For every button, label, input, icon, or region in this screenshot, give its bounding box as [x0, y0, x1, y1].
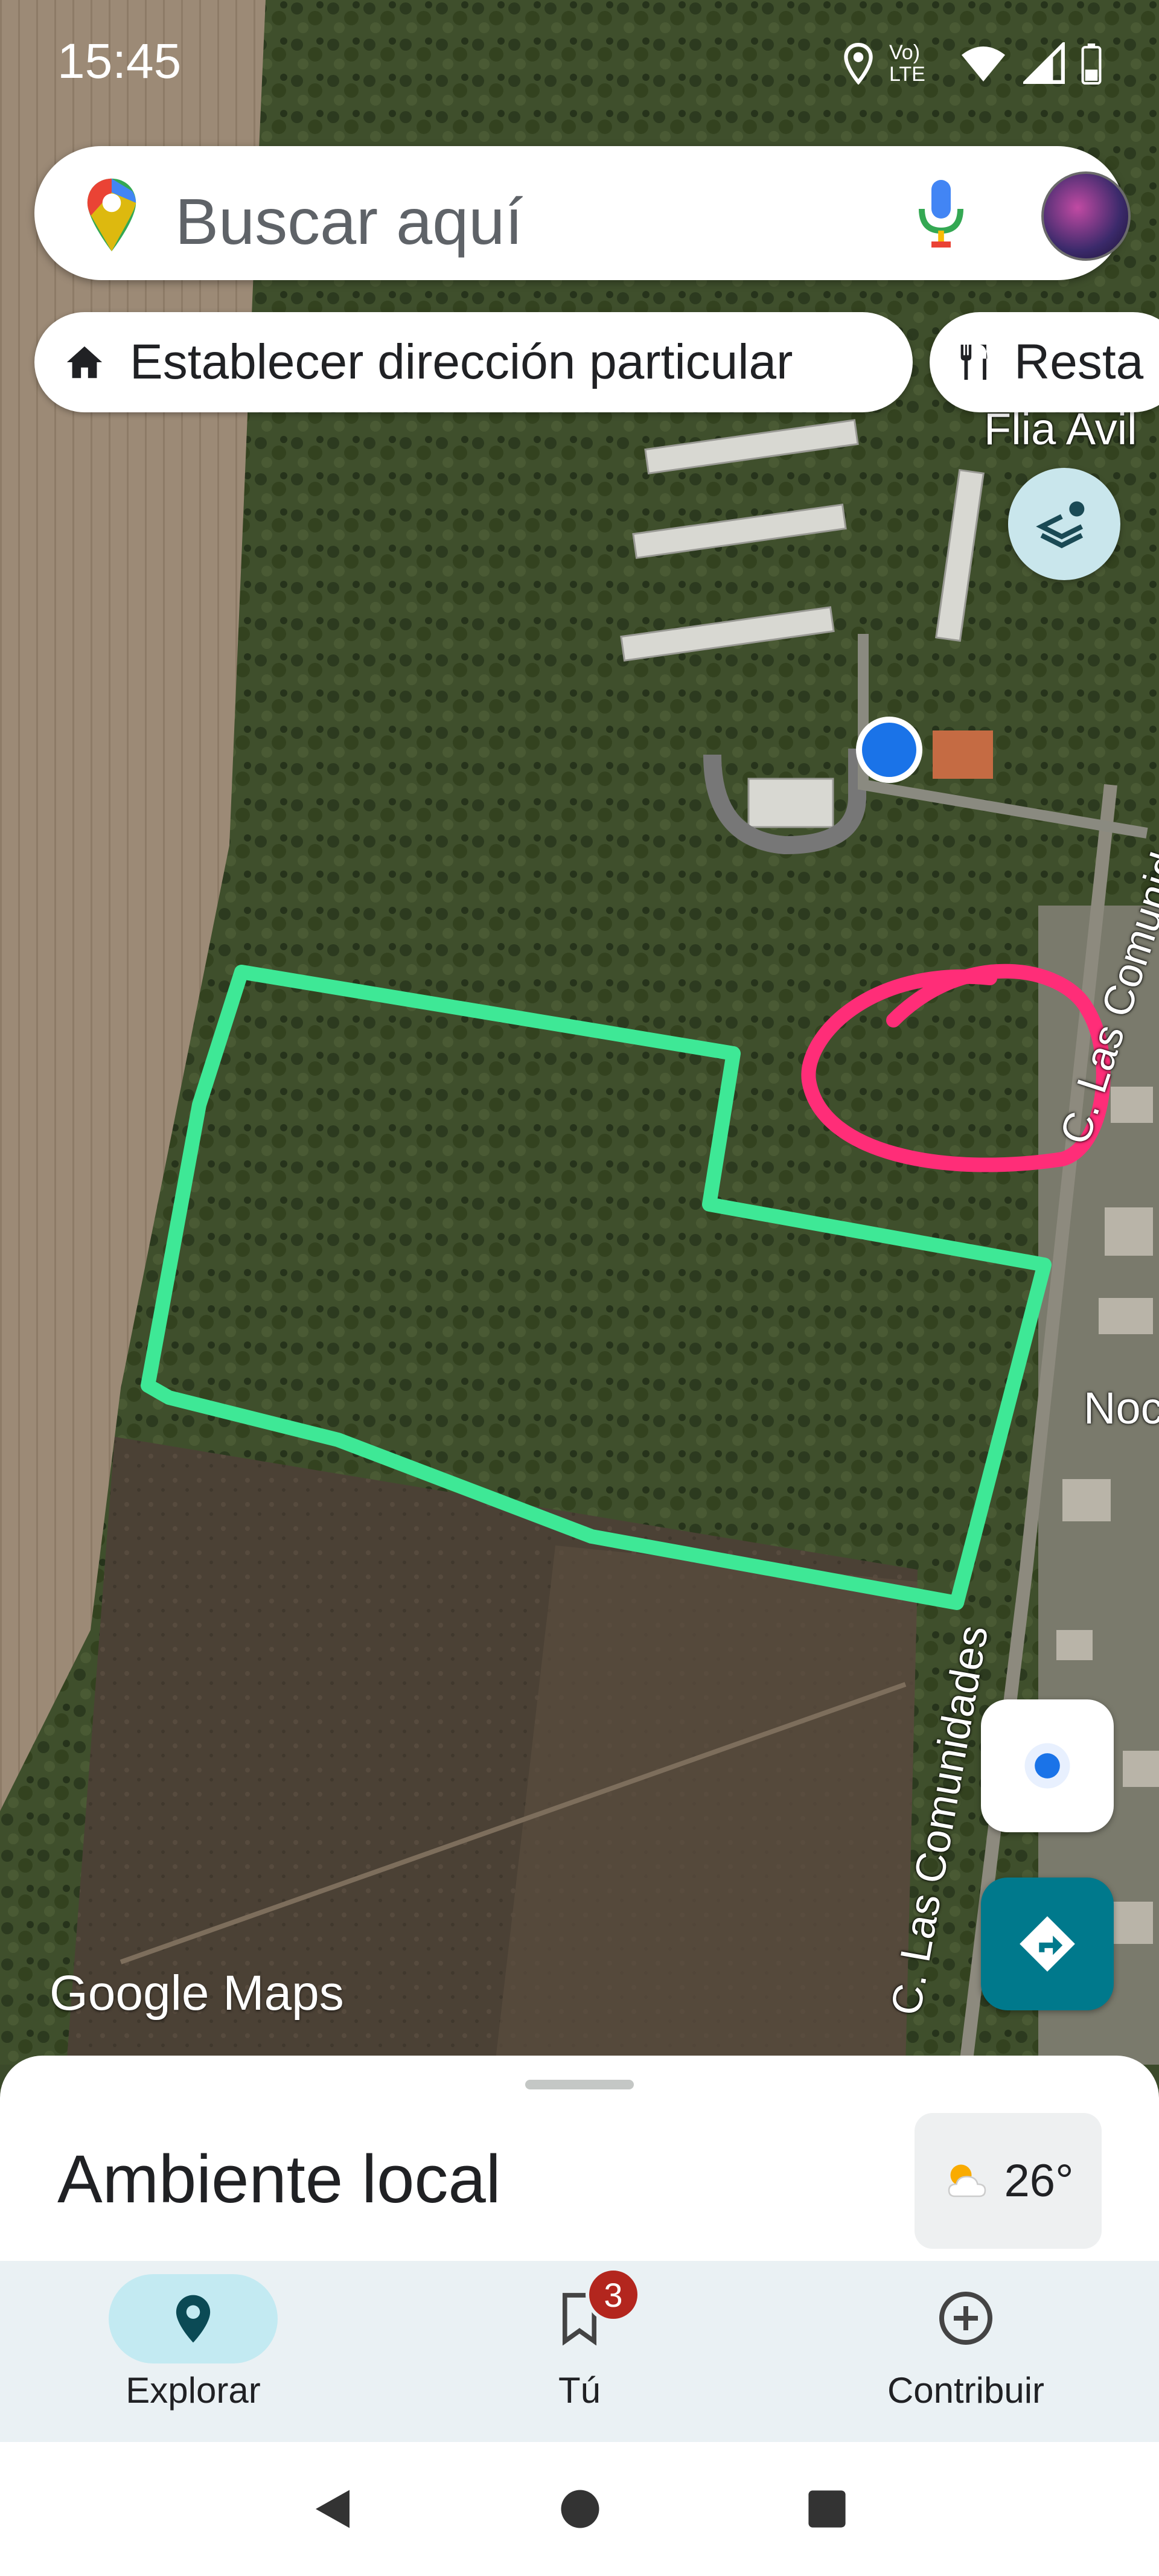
weather-chip[interactable]: 26°	[915, 2113, 1102, 2249]
google-maps-watermark: Google Maps	[49, 1966, 344, 2021]
wifi-icon	[962, 46, 1005, 81]
sheet-drag-handle[interactable]	[525, 2080, 634, 2089]
nav-contribute-icon-wrap	[924, 2285, 1008, 2351]
my-location-button[interactable]	[981, 1699, 1114, 1832]
nav-contribute[interactable]: Contribuir	[821, 2261, 1111, 2442]
add-circle-icon	[939, 2292, 992, 2345]
nav-you[interactable]: 3 Tú	[435, 2261, 724, 2442]
home-button-icon[interactable]	[559, 2488, 601, 2530]
weather-temperature: 26°	[1004, 2155, 1074, 2207]
explore-pin-icon	[176, 2295, 211, 2343]
nav-explore[interactable]: Explorar	[48, 2261, 338, 2442]
directions-icon	[1020, 1916, 1075, 1972]
restaurants-chip[interactable]: Resta	[930, 312, 1159, 412]
directions-button[interactable]	[981, 1878, 1114, 2010]
location-status-icon	[844, 43, 873, 85]
system-navigation-bar	[0, 2442, 1159, 2576]
nav-explore-active-indicator	[109, 2274, 278, 2363]
layers-icon	[1036, 501, 1085, 549]
set-home-address-label: Establecer dirección particular	[130, 334, 793, 389]
restaurant-icon	[954, 341, 996, 383]
bottom-sheet[interactable]: Ambiente local 26°	[0, 2056, 1159, 2261]
signal-icon	[1023, 42, 1065, 84]
notification-badge: 3	[586, 2267, 641, 2322]
status-time: 15:45	[57, 34, 182, 89]
battery-icon	[1081, 43, 1102, 85]
current-location-dot	[856, 717, 922, 783]
bottom-navigation: Explorar 3 Tú Contribuir	[0, 2261, 1159, 2442]
street-label-partial: Noc	[1084, 1383, 1159, 1433]
back-icon[interactable]	[311, 2485, 354, 2533]
nav-explore-label: Explorar	[126, 2370, 261, 2411]
my-location-icon	[1024, 1743, 1070, 1789]
restaurants-label: Resta	[1014, 334, 1144, 389]
google-maps-logo-icon	[87, 178, 136, 252]
search-bar[interactable]: Buscar aquí	[34, 146, 1131, 280]
network-type: Vo) LTE	[889, 41, 925, 86]
status-bar: 15:45 Vo) LTE	[0, 0, 1159, 130]
nav-contribute-label: Contribuir	[887, 2370, 1045, 2411]
partly-cloudy-icon	[948, 2164, 986, 2197]
search-input[interactable]: Buscar aquí	[175, 184, 523, 259]
layers-button[interactable]	[1008, 468, 1120, 580]
nav-you-label: Tú	[558, 2370, 601, 2411]
status-icons: Vo) LTE	[843, 36, 1102, 91]
set-home-address-chip[interactable]: Establecer dirección particular	[34, 312, 913, 412]
recents-icon[interactable]	[806, 2488, 848, 2530]
home-icon	[63, 341, 106, 383]
microphone-icon[interactable]	[917, 177, 965, 250]
avatar[interactable]	[1041, 171, 1131, 261]
sheet-title: Ambiente local	[57, 2141, 501, 2217]
